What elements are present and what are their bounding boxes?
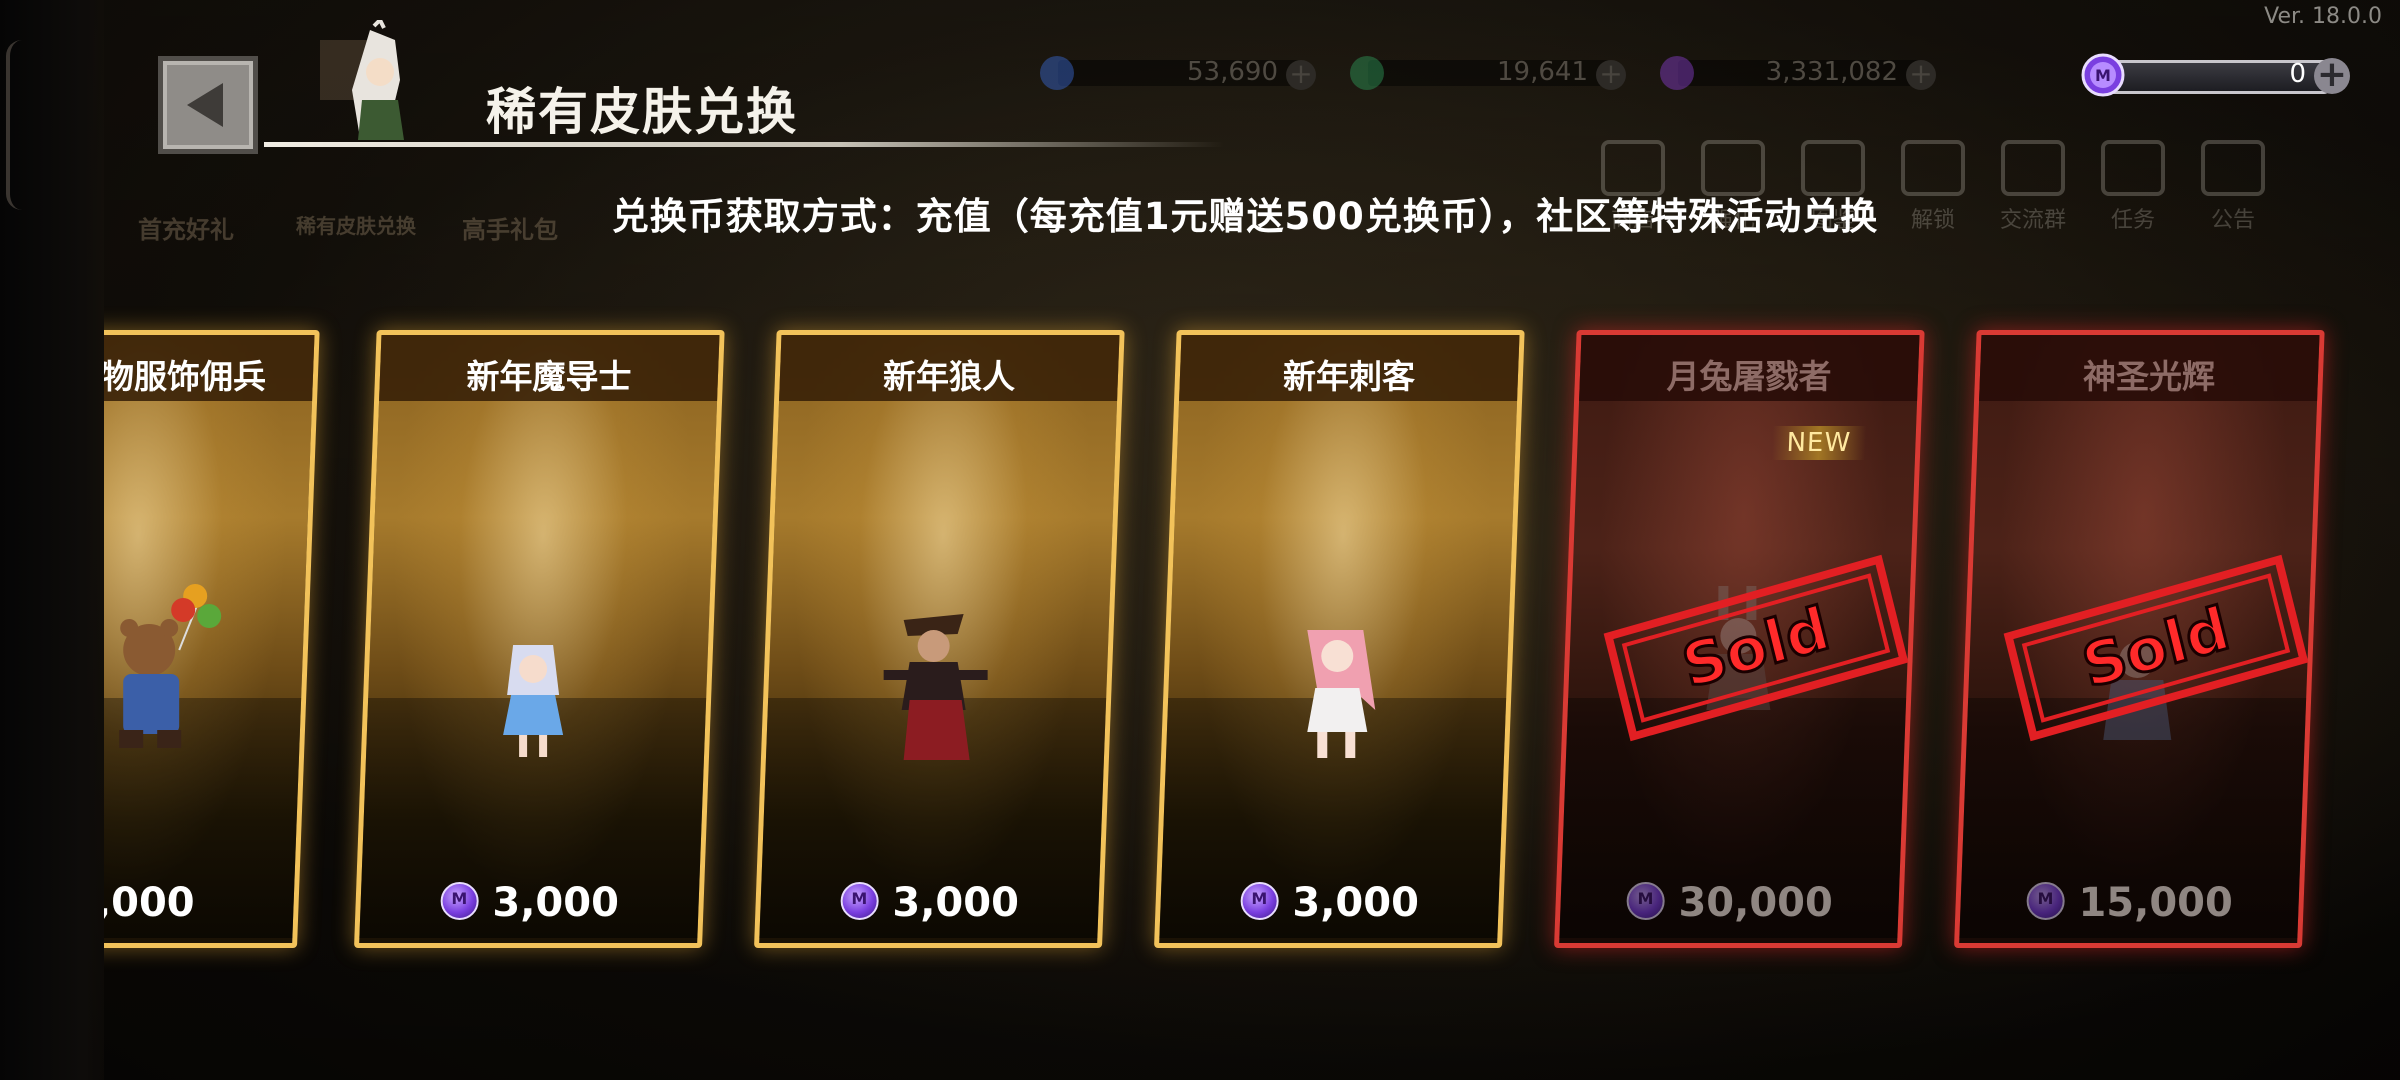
skin-price: 30,000 (1678, 880, 1833, 926)
skin-card[interactable]: 新年刺客 3,000 (1154, 330, 1525, 948)
skin-name: 新年狼人 (883, 357, 1016, 396)
new-badge: NEW (1771, 426, 1866, 460)
skin-name: 月兔屠戮者 (1666, 357, 1832, 396)
assassin-girl-icon (1307, 630, 1376, 758)
skin-name: 新年魔导士 (466, 357, 632, 396)
exchange-coin-icon (2026, 882, 2065, 920)
exchange-coin-icon (840, 882, 879, 920)
skin-card[interactable]: 新年狼人 3,000 (754, 330, 1125, 948)
skin-price: 3,000 (492, 880, 619, 926)
sold-label: Sold (1674, 592, 1838, 703)
skin-card[interactable]: 毕物服饰佣兵 3,000 (104, 330, 320, 948)
left-edge-strip (0, 0, 104, 1080)
skin-name: 神圣光辉 (2083, 357, 2216, 396)
skin-card-list[interactable]: 毕物服饰佣兵 3,000 新年魔导士 3,000 新年狼人 3,000 新年刺客 (104, 0, 2400, 1080)
skin-name: 新年刺客 (1283, 357, 1416, 396)
bear-icon (119, 584, 222, 748)
skin-price: 3,000 (1292, 880, 1419, 926)
skin-price: 3,000 (892, 880, 1019, 926)
skin-card[interactable]: 新年魔导士 3,000 (354, 330, 725, 948)
skin-price: 3,000 (104, 880, 195, 926)
sold-label: Sold (2074, 592, 2238, 703)
mage-girl-icon (503, 645, 564, 757)
skin-name: 毕物服饰佣兵 (104, 357, 267, 396)
skin-price: 15,000 (2078, 880, 2233, 926)
skin-card-sold[interactable]: 月兔屠戮者 NEW Sold 30,000 (1554, 330, 1925, 948)
exchange-coin-icon (1626, 882, 1665, 920)
skin-card-sold[interactable]: 神圣光辉 Sold 15,000 (1954, 330, 2325, 948)
exchange-coin-icon (440, 882, 479, 920)
exchange-coin-icon (1240, 882, 1279, 920)
werewolf-icon (883, 614, 988, 760)
